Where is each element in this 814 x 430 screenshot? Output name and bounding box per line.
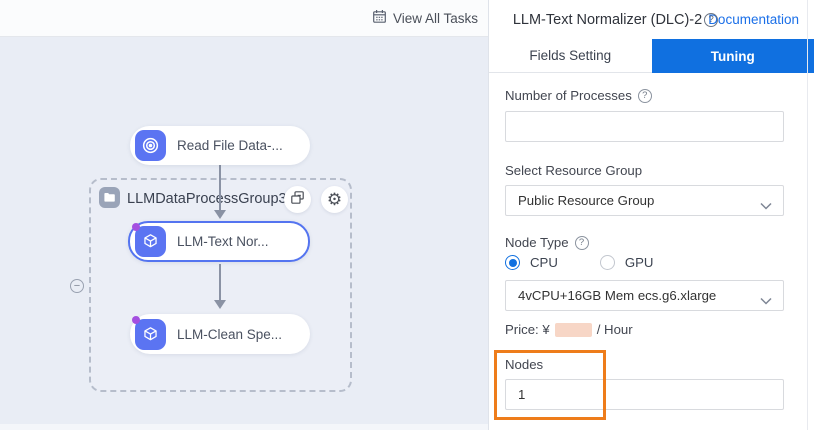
folder-icon <box>99 187 120 208</box>
price-suffix: / Hour <box>597 322 633 337</box>
status-dot <box>132 223 140 231</box>
question-circle-icon[interactable]: ? <box>638 89 652 103</box>
nodes-label-text: Nodes <box>505 357 543 372</box>
view-all-tasks-button[interactable]: View All Tasks <box>372 9 478 27</box>
price-redacted-value <box>555 323 592 337</box>
processes-label-row: Number of Processes ? <box>505 88 652 103</box>
resource-group-select[interactable]: Public Resource Group <box>505 185 784 216</box>
canvas-toolbar: View All Tasks <box>0 0 488 37</box>
settings-panel: LLM-Text Normalizer (DLC)-2 ? Documentat… <box>489 0 814 430</box>
nodes-label: Nodes <box>505 357 543 372</box>
group-settings-button[interactable]: ⚙ <box>321 186 348 213</box>
panel-title: LLM-Text Normalizer (DLC)-2 <box>513 12 702 28</box>
cube-icon <box>135 226 166 257</box>
target-icon <box>135 130 166 161</box>
resource-group-label: Select Resource Group <box>505 163 642 178</box>
instance-type-select[interactable]: 4vCPU+16GB Mem ecs.g6.xlarge <box>505 280 784 311</box>
node-type-label-row: Node Type ? <box>505 235 589 250</box>
gpu-radio-label[interactable]: GPU <box>625 255 654 270</box>
processes-label: Number of Processes <box>505 88 632 103</box>
chevron-down-icon <box>760 293 772 308</box>
view-all-tasks-label: View All Tasks <box>393 11 478 26</box>
ungroup-button[interactable] <box>284 186 311 213</box>
collapse-group-button[interactable]: − <box>70 279 84 293</box>
arrowhead-icon <box>214 210 226 219</box>
node-read-file-data[interactable]: Read File Data-... <box>130 126 310 165</box>
gear-icon: ⚙ <box>327 191 342 208</box>
status-dot <box>132 316 140 324</box>
workflow-canvas[interactable]: View All Tasks LLMDataProcessGroup3 ⚙ <box>0 0 489 430</box>
ungroup-icon <box>290 190 305 210</box>
node-type-radio-group: CPU GPU <box>505 255 653 270</box>
processes-input[interactable] <box>505 111 784 142</box>
chevron-down-icon <box>760 198 772 213</box>
group-label: LLMDataProcessGroup3 <box>127 191 287 207</box>
node-llm-text-normalizer[interactable]: LLM-Text Nor... <box>128 221 310 262</box>
gpu-radio[interactable] <box>600 255 615 270</box>
edge-normalizer-to-clean <box>219 264 221 300</box>
arrowhead-icon <box>214 300 226 309</box>
price-row: Price: ¥ / Hour <box>505 322 633 337</box>
panel-tabs: Fields Setting Tuning <box>489 39 814 73</box>
price-prefix: Price: ¥ <box>505 322 550 337</box>
cpu-radio-label[interactable]: CPU <box>530 255 558 270</box>
node-label: LLM-Clean Spe... <box>177 327 282 342</box>
resource-group-value: Public Resource Group <box>518 193 654 208</box>
tab-tuning[interactable]: Tuning <box>652 39 814 73</box>
canvas-bottom-strip <box>0 424 488 430</box>
nodes-input[interactable] <box>505 379 784 410</box>
node-type-label: Node Type <box>505 235 569 250</box>
resource-group-label-text: Select Resource Group <box>505 163 642 178</box>
node-label: Read File Data-... <box>177 138 283 153</box>
node-llm-clean-special[interactable]: LLM-Clean Spe... <box>130 314 310 354</box>
app-window: View All Tasks LLMDataProcessGroup3 ⚙ <box>0 0 814 430</box>
question-circle-icon[interactable]: ? <box>704 13 718 27</box>
question-circle-icon[interactable]: ? <box>575 236 589 250</box>
edge-read-to-normalizer <box>219 165 221 210</box>
panel-header: LLM-Text Normalizer (DLC)-2 ? Documentat… <box>489 0 807 39</box>
calendar-icon <box>372 9 387 27</box>
node-label: LLM-Text Nor... <box>177 234 269 249</box>
cube-icon <box>135 319 166 350</box>
documentation-link[interactable]: Documentation <box>708 12 799 27</box>
cpu-radio[interactable] <box>505 255 520 270</box>
tab-fields-setting[interactable]: Fields Setting <box>489 39 652 73</box>
panel-right-edge <box>807 0 808 430</box>
instance-type-value: 4vCPU+16GB Mem ecs.g6.xlarge <box>518 288 716 303</box>
